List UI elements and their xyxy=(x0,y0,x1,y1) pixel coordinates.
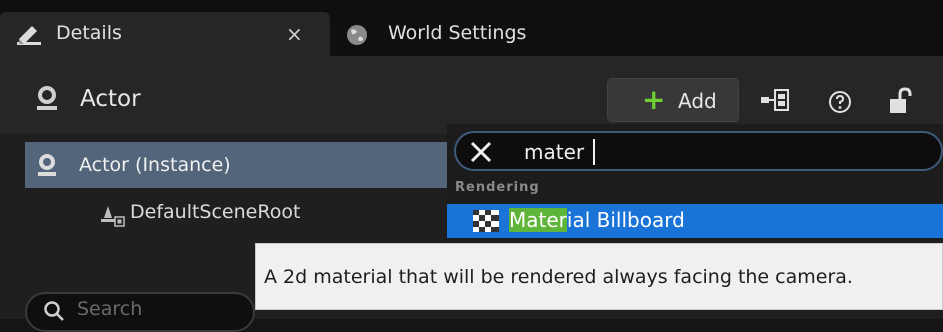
tree-row-label: DefaultSceneRoot xyxy=(130,201,301,223)
tooltip: A 2d material that will be rendered alwa… xyxy=(255,243,943,310)
menu-item-material-billboard[interactable]: Material Billboard xyxy=(447,204,943,238)
add-component-button[interactable]: + Add xyxy=(607,78,739,122)
details-header: Actor + Add xyxy=(0,56,943,134)
search-icon xyxy=(43,300,65,326)
search-placeholder: Search xyxy=(77,298,143,320)
unlock-icon[interactable] xyxy=(888,87,914,119)
checkerboard-icon xyxy=(473,210,499,236)
clear-filter-icon[interactable] xyxy=(468,139,494,169)
tooltip-text: A 2d material that will be rendered alwa… xyxy=(264,266,853,288)
tab-world-settings-label: World Settings xyxy=(388,22,527,44)
details-icon xyxy=(16,23,42,51)
add-component-dropdown: mater Rendering Material Billboard xyxy=(447,124,943,240)
tab-details-label: Details xyxy=(56,22,122,44)
text-caret xyxy=(593,139,595,165)
plus-icon: + xyxy=(642,83,666,116)
tree-row-default-scene-root[interactable]: DefaultSceneRoot xyxy=(0,134,450,244)
menu-item-label-rest: ial Billboard xyxy=(566,208,685,232)
menu-item-label: Material Billboard xyxy=(509,208,685,232)
category-rendering: Rendering xyxy=(455,180,540,195)
search-input[interactable]: Search xyxy=(25,292,255,332)
tab-bar: Details × World Settings xyxy=(0,0,943,56)
scene-component-icon xyxy=(100,204,126,232)
component-filter-input[interactable]: mater xyxy=(454,131,943,171)
help-icon[interactable] xyxy=(828,90,852,118)
globe-icon xyxy=(346,24,368,50)
add-button-label: Add xyxy=(678,89,717,113)
tab-details[interactable]: Details × xyxy=(0,12,330,56)
actor-title: Actor xyxy=(80,86,141,112)
actor-icon xyxy=(33,84,61,116)
close-tab-icon[interactable]: × xyxy=(286,22,303,46)
blueprint-hierarchy-icon[interactable] xyxy=(760,88,790,116)
search-match-highlight: Mater xyxy=(509,208,567,232)
filter-value: mater xyxy=(524,140,585,164)
tab-world-settings[interactable]: World Settings xyxy=(334,12,594,56)
